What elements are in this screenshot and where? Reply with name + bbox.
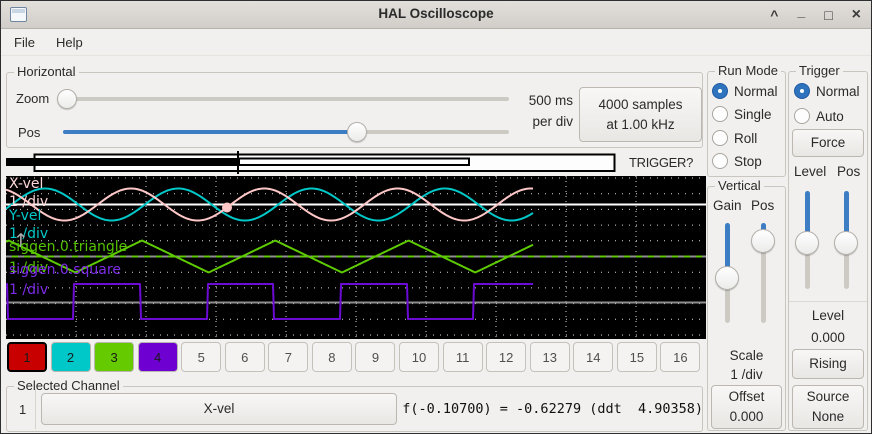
trigger-pos-slider-handle[interactable] xyxy=(834,231,858,255)
channel-button-10[interactable]: 10 xyxy=(399,342,439,372)
menu-bar: File Help xyxy=(1,29,871,56)
trigger-edge-button[interactable]: Rising xyxy=(792,349,864,379)
channel-button-15[interactable]: 15 xyxy=(617,342,657,372)
run-mode-radio-stop[interactable] xyxy=(712,153,728,169)
vertical-frame-label: Vertical xyxy=(715,178,764,193)
channel-button-5[interactable]: 5 xyxy=(181,342,221,372)
run-mode-label-single: Single xyxy=(734,107,772,122)
window-title: HAL Oscilloscope xyxy=(1,6,871,21)
channel-button-13[interactable]: 13 xyxy=(530,342,570,372)
divider xyxy=(35,389,36,429)
scope-display[interactable]: X-vel 1 /div Y-vel 1 /div ↑ siggen.0.tri… xyxy=(6,176,706,339)
time-per-div-label: 500 ms per div xyxy=(506,90,573,132)
pos-slider-handle[interactable] xyxy=(347,122,367,142)
run-mode-label-stop: Stop xyxy=(734,154,762,169)
zoom-label: Zoom xyxy=(16,91,49,106)
trigger-label-normal: Normal xyxy=(816,84,860,99)
channel-button-9[interactable]: 9 xyxy=(355,342,395,372)
close-icon[interactable]: × xyxy=(852,1,861,29)
record-position-indicator xyxy=(6,149,706,176)
run-mode-radio-single[interactable] xyxy=(712,106,728,122)
zoom-slider-track[interactable] xyxy=(57,97,509,101)
trigger-level-slider-handle[interactable] xyxy=(795,231,819,255)
trigger-status-label: TRIGGER? xyxy=(619,155,703,170)
channel-button-4[interactable]: 4 xyxy=(138,342,178,372)
channel-3-name-label: siggen.0.triangle xyxy=(9,240,127,255)
trigger-level-label: Level xyxy=(790,308,866,323)
channel-button-2[interactable]: 2 xyxy=(51,342,91,372)
trigger-source-button[interactable]: Source None xyxy=(792,385,864,429)
run-mode-frame-label: Run Mode xyxy=(715,63,781,78)
channel-button-11[interactable]: 11 xyxy=(443,342,483,372)
minimize-icon[interactable]: _ xyxy=(797,0,805,25)
horizontal-frame-label: Horizontal xyxy=(14,64,79,79)
menu-file[interactable]: File xyxy=(14,35,35,50)
channel-source-button[interactable]: X-vel xyxy=(41,393,397,425)
vertical-pos-slider-handle[interactable] xyxy=(751,229,775,253)
channel-button-16[interactable]: 16 xyxy=(660,342,700,372)
channel-4-scale-label: 1 /div xyxy=(9,283,48,298)
force-button[interactable]: Force xyxy=(792,129,864,157)
channel-button-3[interactable]: 3 xyxy=(94,342,134,372)
trigger-frame-label: Trigger xyxy=(796,63,843,78)
vertical-gain-col-label: Gain xyxy=(713,198,742,213)
pos-slider-fill xyxy=(63,130,357,134)
run-mode-radio-roll[interactable] xyxy=(712,130,728,146)
selected-channel-frame-label: Selected Channel xyxy=(14,378,123,393)
scope-canvas xyxy=(6,176,706,339)
channel-4-name-label: siggen.0.square xyxy=(9,263,121,278)
run-mode-label-roll: Roll xyxy=(734,131,757,146)
channel-button-1[interactable]: 1 xyxy=(7,342,47,372)
vertical-offset-button[interactable]: Offset 0.000 xyxy=(711,385,782,429)
pos-label: Pos xyxy=(18,125,40,140)
maximize-icon[interactable]: □ xyxy=(824,1,832,29)
channel-button-6[interactable]: 6 xyxy=(225,342,265,372)
hal-oscilloscope-window: HAL Oscilloscope ^ _ □ × File Help Horiz… xyxy=(0,0,872,434)
vertical-scale-label: Scale xyxy=(708,348,785,363)
trigger-level-col-label: Level xyxy=(794,164,826,179)
channel-button-14[interactable]: 14 xyxy=(573,342,613,372)
channel-1-name-label: X-vel xyxy=(9,177,43,192)
channel-value-readout: f(-0.10700) = -0.62279 (ddt 4.90358) xyxy=(401,401,703,417)
channel-button-12[interactable]: 12 xyxy=(486,342,526,372)
trigger-label-auto: Auto xyxy=(816,109,844,124)
sample-rate-button[interactable]: 4000 samples at 1.00 kHz xyxy=(579,87,702,142)
trigger-radio-auto[interactable] xyxy=(794,108,810,124)
channel-button-8[interactable]: 8 xyxy=(312,342,352,372)
run-mode-radio-normal[interactable] xyxy=(712,83,728,99)
zoom-slider-handle[interactable] xyxy=(57,89,77,109)
trigger-radio-normal[interactable] xyxy=(794,83,810,99)
channel-2-name-label: Y-vel xyxy=(9,209,41,224)
menu-help[interactable]: Help xyxy=(56,35,83,50)
shade-icon[interactable]: ^ xyxy=(770,1,778,29)
run-mode-label-normal: Normal xyxy=(734,84,778,99)
title-bar: HAL Oscilloscope ^ _ □ × xyxy=(1,1,871,29)
trigger-pos-col-label: Pos xyxy=(837,164,860,179)
vertical-gain-slider-handle[interactable] xyxy=(715,266,739,290)
channel-button-7[interactable]: 7 xyxy=(268,342,308,372)
vertical-pos-col-label: Pos xyxy=(751,198,774,213)
selected-channel-number: 1 xyxy=(19,402,26,417)
divider xyxy=(789,301,867,302)
vertical-scale-value: 1 /div xyxy=(708,367,785,382)
trigger-level-value: 0.000 xyxy=(790,330,866,345)
